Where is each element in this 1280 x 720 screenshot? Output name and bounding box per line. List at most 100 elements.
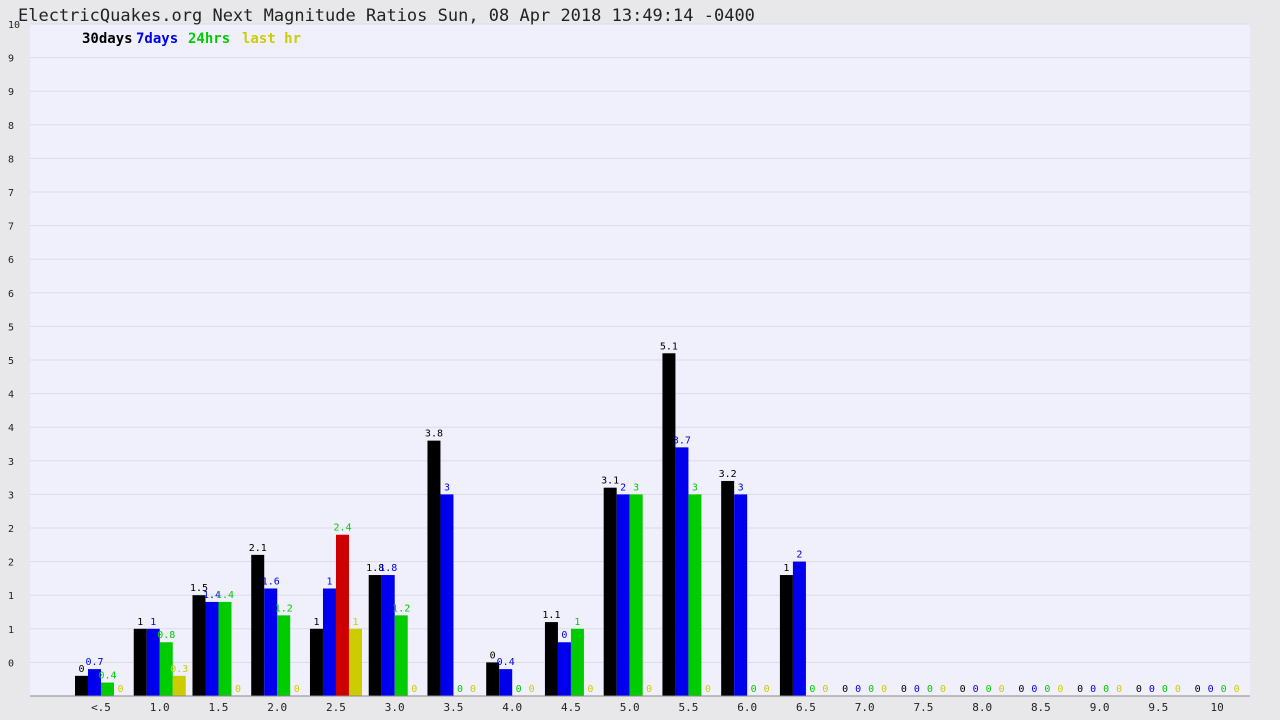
data-label: 0	[411, 684, 417, 695]
bar	[734, 494, 748, 696]
x-tick-label: 8.0	[972, 701, 992, 714]
bar	[192, 595, 206, 696]
data-label: 0	[235, 684, 241, 695]
data-label: 0	[881, 684, 887, 695]
data-label: 0	[1103, 684, 1109, 695]
data-label: 0	[855, 684, 861, 695]
data-label: 1	[313, 617, 319, 628]
y-tick-label: 7	[8, 188, 14, 199]
data-label: 0	[561, 630, 567, 641]
x-tick-label: <.5	[91, 701, 111, 714]
bar	[394, 615, 408, 696]
y-tick-label: 3	[8, 457, 14, 468]
data-label: 0	[1175, 684, 1181, 695]
bar	[557, 642, 571, 696]
x-tick-label: 1.5	[209, 701, 229, 714]
data-label: 0	[960, 684, 966, 695]
bar	[544, 622, 558, 696]
data-label: 2	[620, 482, 626, 493]
bar	[172, 675, 186, 696]
y-tick-label: 5	[8, 322, 14, 333]
data-label: 1.4	[216, 590, 234, 601]
data-label: 0	[914, 684, 920, 695]
data-label: 0	[457, 684, 463, 695]
x-tick-label: 9.0	[1090, 701, 1110, 714]
y-tick-label: 9	[8, 87, 14, 98]
data-label: 1.6	[262, 576, 280, 587]
legend-entry: last hr	[242, 31, 301, 47]
x-tick-label: 3.0	[385, 701, 405, 714]
bar	[440, 494, 454, 696]
data-label: 0	[1136, 684, 1142, 695]
data-label: 0	[78, 664, 84, 675]
data-label: 1.1	[542, 610, 560, 621]
data-label: 3.8	[425, 429, 443, 440]
data-label: 0	[294, 684, 300, 695]
bar	[277, 615, 291, 696]
bar	[662, 353, 676, 696]
data-label: 0	[587, 684, 593, 695]
data-label: 0	[842, 684, 848, 695]
data-label: 0	[986, 684, 992, 695]
bar	[348, 628, 362, 696]
x-tick-label: 2.5	[326, 701, 346, 714]
bar	[427, 440, 441, 696]
legend-entry: 24hrs	[188, 31, 230, 47]
data-label: 1.2	[392, 603, 410, 614]
data-label: 0	[973, 684, 979, 695]
data-label: 0	[1162, 684, 1168, 695]
data-label: 3.7	[673, 435, 691, 446]
data-label: 0.8	[157, 630, 175, 641]
bar	[792, 561, 806, 696]
legend-entry: 30days	[82, 31, 133, 47]
data-label: 0	[1057, 684, 1063, 695]
magnitude-ratio-chart: 011223344556677889910ElectricQuakes.org …	[8, 6, 1250, 714]
data-label: 0	[1234, 684, 1240, 695]
y-tick-label: 6	[8, 255, 14, 266]
y-tick-label: 2	[8, 524, 14, 535]
y-tick-label: 5	[8, 356, 14, 367]
x-tick-label: 1.0	[150, 701, 170, 714]
data-label: 0	[117, 684, 123, 695]
data-label: 0.3	[170, 664, 188, 675]
y-tick-label: 4	[8, 390, 14, 401]
bar	[570, 628, 584, 696]
data-label: 0	[470, 684, 476, 695]
data-label: 1	[137, 617, 143, 628]
data-label: 0	[1044, 684, 1050, 695]
x-tick-label: 5.0	[620, 701, 640, 714]
bar	[335, 534, 349, 696]
bar	[75, 675, 88, 696]
bar	[688, 494, 702, 696]
data-label: 0	[927, 684, 933, 695]
data-label: 0	[1018, 684, 1024, 695]
data-label: 3.2	[719, 469, 737, 480]
y-tick-label: 9	[8, 54, 14, 65]
y-tick-label: 7	[8, 222, 14, 233]
bar	[101, 682, 114, 696]
data-label: 0	[940, 684, 946, 695]
data-label: 1	[326, 576, 332, 587]
data-label: 0.4	[98, 671, 116, 682]
bar	[499, 669, 513, 696]
data-label: 3.1	[601, 476, 619, 487]
y-tick-label: 3	[8, 490, 14, 501]
data-label: 0	[1077, 684, 1083, 695]
x-tick-label: 7.0	[855, 701, 875, 714]
bar	[322, 588, 336, 696]
bar	[205, 601, 219, 696]
x-tick-label: 4.5	[561, 701, 581, 714]
data-label: 0	[1116, 684, 1122, 695]
data-label: 2.4	[333, 523, 351, 534]
data-label: 0	[1090, 684, 1096, 695]
bar	[368, 575, 382, 696]
data-label: 0	[705, 684, 711, 695]
data-label: 0	[1149, 684, 1155, 695]
data-label: 1	[352, 617, 358, 628]
data-label: 0	[868, 684, 874, 695]
bar	[721, 480, 735, 696]
data-label: 0	[646, 684, 652, 695]
data-label: 0	[1031, 684, 1037, 695]
bar	[133, 628, 147, 696]
data-label: 2.1	[249, 543, 267, 554]
